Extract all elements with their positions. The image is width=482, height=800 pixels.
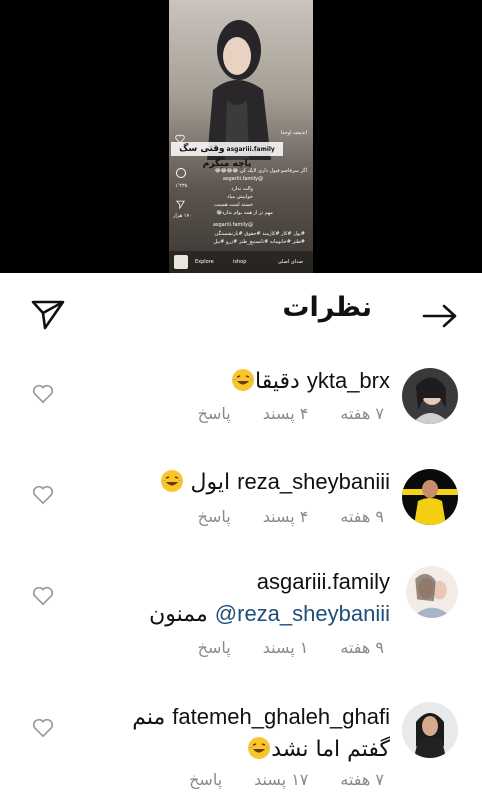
comment-likes[interactable]: ۴ پسند <box>263 404 309 423</box>
comment-username[interactable]: reza_sheybaniii <box>237 469 390 494</box>
comment-item: ykta_brx دقیقا ۷ هفته ۴ پسند پاسخ <box>0 362 482 462</box>
comment-meta: ۷ هفته ۴ پسند پاسخ <box>166 404 384 423</box>
video-line-1: والت ندارد <box>231 186 253 192</box>
laughing-emoji-icon <box>232 369 255 391</box>
comment-text: دقیقا <box>255 369 300 394</box>
laughing-emoji-icon <box>160 470 183 492</box>
comment-text-line2: گفتم اما نشد <box>271 737 390 762</box>
avatar[interactable] <box>402 702 458 758</box>
heart-icon[interactable] <box>32 718 54 738</box>
comment-text: ممنون <box>149 602 208 627</box>
audio-label[interactable]: اندیشه اوجدا <box>281 130 307 137</box>
video-hashtags-1[interactable]: #یول #کار #کارمند #حقوق #بازنشستگی <box>214 231 305 238</box>
reply-button[interactable]: پاسخ <box>198 638 231 657</box>
comment-meta: ۷ هفته ۱۷ پسند پاسخ <box>157 770 384 789</box>
original-audio-link[interactable]: صدای اصلی <box>278 259 303 266</box>
comment-item: reza_sheybaniii ایول ۹ هفته ۴ پسند پاسخ <box>0 465 482 565</box>
comment-age: ۹ هفته <box>340 638 384 657</box>
comment-body: reza_sheybaniii ایول <box>160 467 390 498</box>
comments-header: نظرات <box>0 290 482 342</box>
comment-text-line1: منم <box>132 705 166 730</box>
comment-likes[interactable]: ۱ پسند <box>263 638 309 657</box>
comment-likes[interactable]: ۴ پسند <box>263 507 309 526</box>
video-banner: asgariii.family وقتی سگ پاچه میگرم <box>171 142 283 169</box>
like-count: ۱٬۲۳۸ <box>175 183 188 189</box>
comment-username[interactable]: ykta_brx <box>307 368 390 393</box>
share-count: ۱۷۰ هزار <box>173 213 192 219</box>
comment-username[interactable]: asgariii.family <box>149 567 390 597</box>
reply-button[interactable]: پاسخ <box>198 404 231 423</box>
comment-body: asgariii.family @reza_sheybaniii ممنون <box>149 567 390 630</box>
comment-meta: ۹ هفته ۱ پسند پاسخ <box>166 638 384 657</box>
comment-age: ۹ هفته <box>340 507 384 526</box>
comment-meta: ۹ هفته ۴ پسند پاسخ <box>166 507 384 526</box>
reply-button[interactable]: پاسخ <box>189 770 222 789</box>
reply-button[interactable]: پاسخ <box>198 507 231 526</box>
video-line-2: خوابیش میاد <box>227 194 253 200</box>
person-image <box>207 20 271 160</box>
audio-thumbnail[interactable] <box>174 255 188 269</box>
shop-link[interactable]: ishop <box>233 259 246 266</box>
video-preview-area: اندیشه اوجدا asgariii.family وقتی سگ پاچ… <box>0 0 482 273</box>
avatar[interactable] <box>406 566 458 618</box>
video-hashtags-2[interactable]: #طنز #خانومانه #نانستیع_طنز #زرو #بیل <box>213 239 305 246</box>
comment-reply-text: @reza_sheybaniii ممنون <box>149 599 390 630</box>
video-caption-user[interactable]: @asgariii.family <box>223 176 263 183</box>
comment-icon[interactable] <box>176 168 186 178</box>
heart-icon[interactable] <box>32 384 54 404</box>
page-title: نظرات <box>282 292 372 323</box>
comment-item: asgariii.family @reza_sheybaniii ممنون ۹… <box>0 566 482 676</box>
avatar[interactable] <box>402 469 458 525</box>
avatar[interactable] <box>402 368 458 424</box>
banner-account[interactable]: asgariii.family <box>227 146 275 153</box>
comment-username[interactable]: fatemeh_ghaleh_ghafi <box>172 704 390 729</box>
video-tagged[interactable]: @asgariii.family <box>213 222 253 229</box>
comment-likes[interactable]: ۱۷ پسند <box>254 770 308 789</box>
comment-body: ykta_brx دقیقا <box>231 366 390 397</box>
video-line-3: خسته است همینت <box>214 202 253 208</box>
send-icon[interactable] <box>30 299 66 331</box>
comment-body: fatemeh_ghaleh_ghafi منم گفتم اما نشد <box>132 702 390 765</box>
comment-text: ایول <box>190 470 231 495</box>
heart-outline-icon[interactable] <box>175 134 185 144</box>
reel-video[interactable]: اندیشه اوجدا asgariii.family وقتی سگ پاچ… <box>169 0 313 273</box>
heart-icon[interactable] <box>32 586 54 606</box>
mention-link[interactable]: @reza_sheybaniii <box>215 601 390 626</box>
video-bottom-bar: Explore ishop صدای اصلی <box>169 251 313 273</box>
heart-icon[interactable] <box>32 485 54 505</box>
share-icon[interactable] <box>176 200 185 209</box>
comment-item: fatemeh_ghaleh_ghafi منم گفتم اما نشد ۷ … <box>0 700 482 800</box>
comment-age: ۷ هفته <box>340 404 384 423</box>
laughing-emoji-icon <box>248 737 271 759</box>
explore-link[interactable]: Explore <box>195 259 214 266</box>
comment-age: ۷ هفته <box>340 770 384 789</box>
video-line-4: مهم تر از همه یوام ندارد😂 <box>216 210 273 216</box>
back-arrow-icon[interactable] <box>422 303 458 329</box>
video-caption-1: اگر سرفاصو فیول داری لایک کن 😂😂😂😂 <box>214 168 307 174</box>
